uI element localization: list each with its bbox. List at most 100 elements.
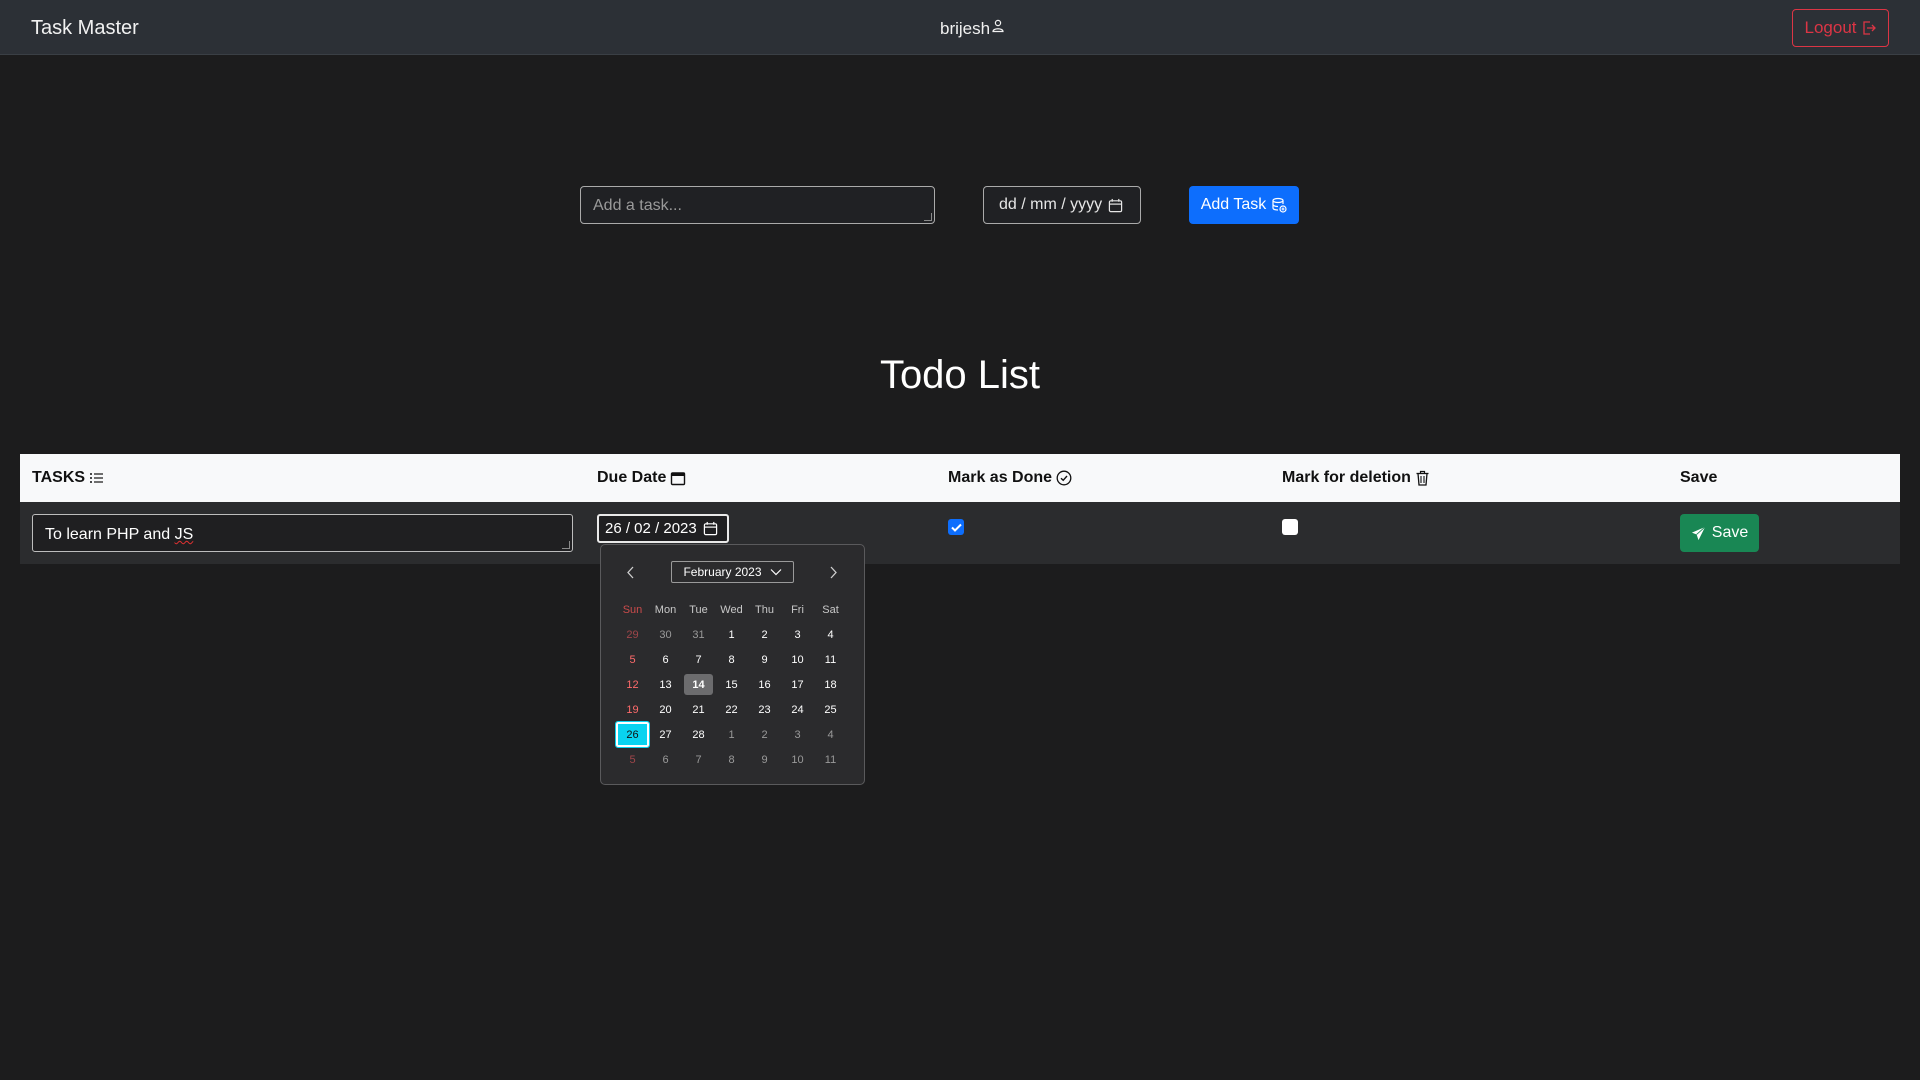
day-number: 6 xyxy=(662,653,669,666)
calendar-day[interactable]: 5 xyxy=(616,747,649,772)
task-input-placeholder: Add a task... xyxy=(593,197,682,214)
header-mark-delete-label: Mark for deletion xyxy=(1282,469,1411,486)
day-number: 3 xyxy=(794,728,801,741)
list-icon xyxy=(90,473,104,483)
day-number: 4 xyxy=(827,728,834,741)
header-mark-done: Mark as Done xyxy=(948,469,1072,487)
day-number: 9 xyxy=(761,653,768,666)
task-text-prefix: To learn PHP and xyxy=(45,526,175,543)
calendar-day[interactable]: 28 xyxy=(682,722,715,747)
header-due-date-label: Due Date xyxy=(597,469,667,486)
day-number: 23 xyxy=(758,703,771,716)
calendar-day[interactable]: 6 xyxy=(649,747,682,772)
day-number: 27 xyxy=(659,728,672,741)
day-number: 13 xyxy=(659,678,672,691)
calendar-day[interactable]: 2 xyxy=(748,722,781,747)
calendar-day[interactable]: 26 xyxy=(615,721,650,748)
calendar-day[interactable]: 8 xyxy=(715,747,748,772)
add-task-button[interactable]: Add Task xyxy=(1189,186,1299,224)
day-number: 5 xyxy=(629,753,636,766)
calendar-day[interactable]: 5 xyxy=(616,647,649,672)
calendar-day[interactable]: 10 xyxy=(781,647,814,672)
day-number: 31 xyxy=(692,628,705,641)
brand-title[interactable]: Task Master xyxy=(31,17,139,40)
calendar-day[interactable]: 29 xyxy=(616,622,649,647)
day-number: 10 xyxy=(791,753,804,766)
header-tasks-label: TASKS xyxy=(32,469,86,486)
day-number: 8 xyxy=(728,653,735,666)
calendar-day[interactable]: 3 xyxy=(781,722,814,747)
calendar-day[interactable]: 3 xyxy=(781,622,814,647)
calendar-day[interactable]: 18 xyxy=(814,672,847,697)
calendar-day[interactable]: 21 xyxy=(682,697,715,722)
calendar-day[interactable]: 31 xyxy=(682,622,715,647)
day-number: 3 xyxy=(794,628,801,641)
calendar-icon[interactable] xyxy=(703,521,718,536)
day-number: 5 xyxy=(629,653,636,666)
calendar-day[interactable]: 7 xyxy=(682,747,715,772)
day-number: 1 xyxy=(728,628,735,641)
calendar-day[interactable]: 30 xyxy=(649,622,682,647)
check-circle-icon xyxy=(1056,470,1072,486)
calendar-day[interactable]: 1 xyxy=(715,722,748,747)
user-info: brijesh xyxy=(940,19,1004,39)
resize-handle[interactable] xyxy=(924,213,932,221)
calendar-day[interactable]: 11 xyxy=(814,647,847,672)
database-add-icon xyxy=(1272,197,1287,213)
day-number: 20 xyxy=(659,703,672,716)
calendar-day[interactable]: 16 xyxy=(748,672,781,697)
task-text-field[interactable]: To learn PHP and JS xyxy=(32,514,573,552)
day-number: 8 xyxy=(728,753,735,766)
calendar-day[interactable]: 25 xyxy=(814,697,847,722)
calendar-day[interactable]: 9 xyxy=(748,747,781,772)
mark-delete-checkbox[interactable] xyxy=(1282,519,1298,535)
chevron-right-icon[interactable] xyxy=(829,566,838,579)
day-number: 2 xyxy=(761,628,768,641)
calendar-day[interactable]: 12 xyxy=(616,672,649,697)
calendar-day[interactable]: 14 xyxy=(682,672,715,697)
calendar-day[interactable]: 24 xyxy=(781,697,814,722)
resize-handle[interactable] xyxy=(562,541,570,549)
calendar-day[interactable]: 7 xyxy=(682,647,715,672)
task-text-suffix: JS xyxy=(174,526,194,543)
calendar-day[interactable]: 8 xyxy=(715,647,748,672)
day-number: 10 xyxy=(791,653,804,666)
day-number: 1 xyxy=(728,728,735,741)
logout-button[interactable]: Logout xyxy=(1792,9,1889,47)
header-mark-delete: Mark for deletion xyxy=(1282,469,1430,487)
calendar-icon[interactable] xyxy=(1108,198,1123,213)
day-number: 9 xyxy=(761,753,768,766)
calendar-day[interactable]: 19 xyxy=(616,697,649,722)
day-number: 7 xyxy=(695,753,702,766)
weekday-label: Sat xyxy=(822,603,839,616)
calendar-day[interactable]: 15 xyxy=(715,672,748,697)
calendar-day[interactable]: 13 xyxy=(649,672,682,697)
calendar-day[interactable]: 4 xyxy=(814,722,847,747)
calendar-day[interactable]: 17 xyxy=(781,672,814,697)
row-due-date-input[interactable]: 26 / 02 / 2023 xyxy=(597,514,729,543)
month-select[interactable]: February 2023 xyxy=(671,561,794,583)
calendar-day[interactable]: 20 xyxy=(649,697,682,722)
username: brijesh xyxy=(940,19,991,38)
save-button[interactable]: Save xyxy=(1680,514,1759,552)
calendar-day[interactable]: 9 xyxy=(748,647,781,672)
calendar-day[interactable]: 4 xyxy=(814,622,847,647)
chevron-left-icon[interactable] xyxy=(626,566,635,579)
calendar-day[interactable]: 22 xyxy=(715,697,748,722)
page-title: Todo List xyxy=(879,353,1041,397)
calendar-day[interactable]: 23 xyxy=(748,697,781,722)
mark-done-checkbox[interactable] xyxy=(948,519,964,535)
calendar-day[interactable]: 6 xyxy=(649,647,682,672)
calendar-day[interactable]: 2 xyxy=(748,622,781,647)
calendar-day[interactable]: 10 xyxy=(781,747,814,772)
due-date-input[interactable]: dd / mm / yyyy xyxy=(983,186,1141,224)
task-input[interactable]: Add a task... xyxy=(580,186,935,224)
calendar-day[interactable]: 27 xyxy=(649,722,682,747)
day-number: 28 xyxy=(692,728,705,741)
table-header: TASKS Due Date Mark as Done Mark for del… xyxy=(20,454,1900,502)
weekday-label: Thu xyxy=(755,603,774,616)
calendar-day[interactable]: 1 xyxy=(715,622,748,647)
day-number: 17 xyxy=(791,678,804,691)
weekday-label: Tue xyxy=(689,603,708,616)
calendar-day[interactable]: 11 xyxy=(814,747,847,772)
